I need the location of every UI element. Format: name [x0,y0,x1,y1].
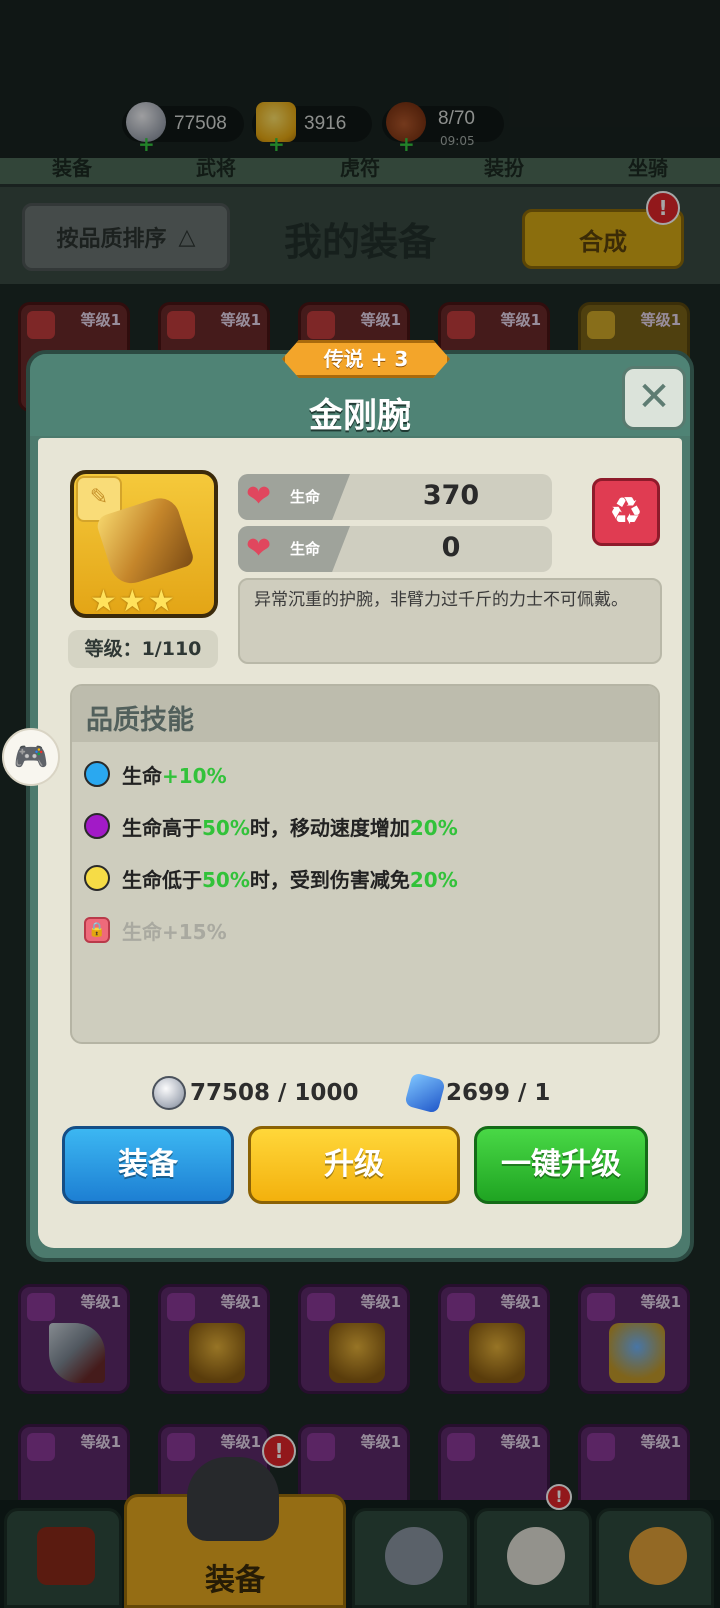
star-icon: ★ [147,584,175,619]
stat-value: 370 [422,480,480,511]
lock-icon: 🔒 [84,917,110,943]
yellow-dot-icon [84,865,110,891]
upgrade-costs: 77508 / 1000 2699 / 1 [38,1072,682,1116]
skills-header: 品质技能 [72,686,658,742]
skill-item: 生命低于50%时，受到伤害减免20% [84,860,458,896]
upgrade-stone-icon [404,1072,446,1114]
gamepad-float-icon[interactable]: 🎮 [2,728,60,786]
equip-button[interactable]: 装备 [62,1126,234,1204]
skill-text: 生命+10% [122,763,227,788]
silver-coin-icon [152,1076,186,1110]
locked-skill-item: 🔒 生命+15% [84,912,227,948]
item-level: 等级：1/110 [68,630,218,668]
skill-text: 生命低于50%时，受到伤害减免20% [122,867,458,892]
silver-cost-value: 77508 / 1000 [190,1080,359,1106]
stat-row: ❤ 生命 370 [238,474,552,520]
heart-icon: ❤ [246,531,272,566]
gem-cost: 2699 / 1 [404,1072,551,1114]
quality-skills-panel: 品质技能 生命+10% 生命高于50%时，移动速度增加20% 生命低于50%时，… [70,684,660,1044]
star-rating: ★ ★ ★ [90,584,206,619]
heart-icon: ❤ [246,479,272,514]
locked-skill-text: 生命+15% [122,919,227,944]
item-description: 异常沉重的护腕，非臂力过千斤的力士不可佩戴。 [238,578,662,664]
modal-body: ✎ ★ ★ ★ 等级：1/110 ❤ 生命 370 ❤ 生命 0 ♻ 异常沉重的… [38,438,682,1248]
silver-cost: 77508 / 1000 [152,1076,358,1110]
item-icon-frame: ✎ ★ ★ ★ [70,470,218,619]
upgrade-button[interactable]: 升级 [248,1126,460,1204]
rarity-banner: 传说 + 3 [282,340,450,378]
item-detail-modal: 金刚腕 传说 + 3 ✕ ✎ ★ ★ ★ 等级：1/110 ❤ 生命 370 ❤… [26,340,694,1262]
stat-value: 0 [441,532,461,563]
blue-dot-icon [84,761,110,787]
skill-text: 生命高于50%时，移动速度增加20% [122,815,458,840]
recycle-button[interactable]: ♻ [592,478,660,546]
star-icon: ★ [118,584,146,619]
star-icon: ★ [90,584,117,619]
item-name: 金刚腕 [309,396,411,436]
purple-dot-icon [84,813,110,839]
stat-row: ❤ 生命 0 [238,526,552,572]
one-key-upgrade-button[interactable]: 一键升级 [474,1126,648,1204]
close-button[interactable]: ✕ [622,366,686,430]
stat-name: 生命 [290,540,321,558]
stat-name: 生命 [290,488,321,506]
skill-item: 生命+10% [84,756,227,792]
skill-item: 生命高于50%时，移动速度增加20% [84,808,458,844]
skills-title: 品质技能 [86,705,194,736]
gem-cost-value: 2699 / 1 [446,1080,551,1106]
